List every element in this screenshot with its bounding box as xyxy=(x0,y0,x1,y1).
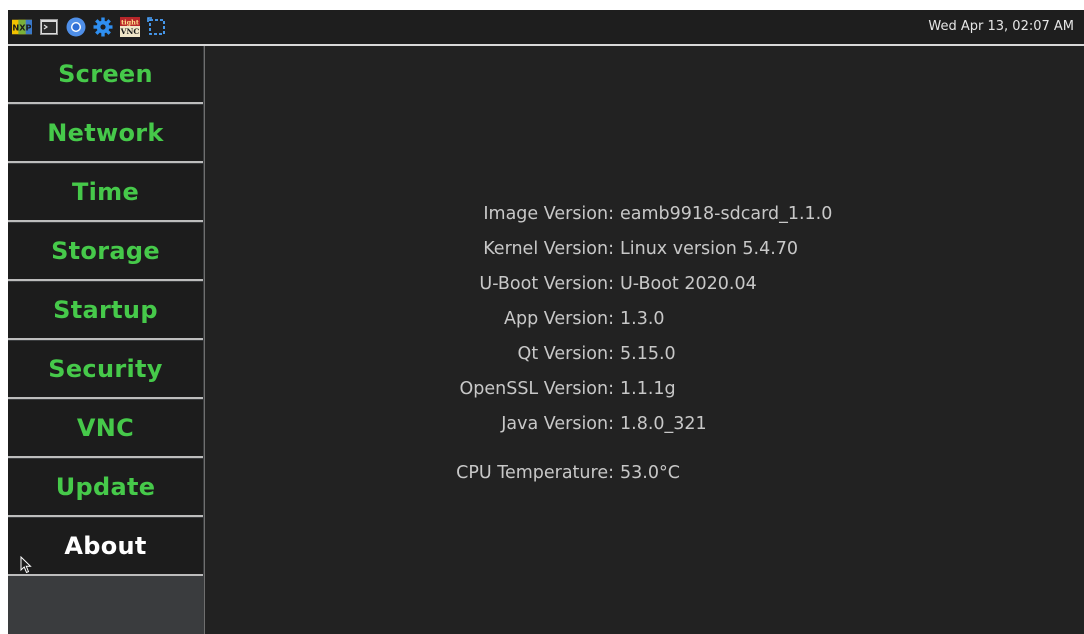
tightvnc-icon-text-top: tight xyxy=(121,19,139,27)
info-row-kernel-version: Kernel Version: Linux version 5.4.70 xyxy=(205,239,1084,263)
info-label: Java Version: xyxy=(501,414,614,434)
tightvnc-icon-text-bottom: VNC xyxy=(120,27,139,36)
info-row-java-version: Java Version: 1.8.0_321 xyxy=(205,414,1084,438)
about-panel: Image Version: eamb9918-sdcard_1.1.0 Ker… xyxy=(205,46,1084,634)
info-value: Linux version 5.4.70 xyxy=(620,239,799,259)
info-row-openssl-version: OpenSSL Version: 1.1.1g xyxy=(205,379,1084,403)
info-value: 1.3.0 xyxy=(620,309,665,329)
info-label: CPU Temperature: xyxy=(456,463,614,483)
chromium-icon[interactable] xyxy=(66,17,86,37)
nav-item-storage[interactable]: Storage xyxy=(8,223,203,281)
info-label: OpenSSL Version: xyxy=(459,379,614,399)
device-screen: NXP tight VNC Wed Apr 13, 02:07 AM Scree… xyxy=(8,10,1084,634)
info-label: Image Version: xyxy=(483,204,614,224)
nav-item-about[interactable]: About xyxy=(8,518,203,576)
info-row-cpu-temperature: CPU Temperature: 53.0°C xyxy=(205,463,1084,487)
info-value: eamb9918-sdcard_1.1.0 xyxy=(620,204,833,224)
settings-gear-icon[interactable] xyxy=(93,17,113,37)
nav-item-vnc[interactable]: VNC xyxy=(8,400,203,458)
tightvnc-icon[interactable]: tight VNC xyxy=(120,17,140,37)
clock-label: Wed Apr 13, 02:07 AM xyxy=(928,19,1074,34)
nav-item-update[interactable]: Update xyxy=(8,459,203,517)
info-label: App Version: xyxy=(504,309,614,329)
info-label: U-Boot Version: xyxy=(479,274,614,294)
nav-item-screen[interactable]: Screen xyxy=(8,46,203,104)
info-label: Kernel Version: xyxy=(483,239,614,259)
info-row-app-version: App Version: 1.3.0 xyxy=(205,309,1084,333)
taskbar-tray: NXP tight VNC xyxy=(12,16,174,38)
nav-item-network[interactable]: Network xyxy=(8,105,203,163)
nav-item-time[interactable]: Time xyxy=(8,164,203,222)
terminal-icon[interactable] xyxy=(39,17,59,37)
nav-item-startup[interactable]: Startup xyxy=(8,282,203,340)
settings-sidebar: Screen Network Time Storage Startup Secu… xyxy=(8,46,205,634)
info-label: Qt Version: xyxy=(517,344,614,364)
mouse-pointer-icon xyxy=(20,556,32,574)
info-value: 1.1.1g xyxy=(620,379,676,399)
nxp-logo-text: NXP xyxy=(12,23,31,33)
info-row-uboot-version: U-Boot Version: U-Boot 2020.04 xyxy=(205,274,1084,298)
info-value: U-Boot 2020.04 xyxy=(620,274,757,294)
screenshot-selection-icon[interactable] xyxy=(147,17,167,37)
info-value: 53.0°C xyxy=(620,463,680,483)
nxp-logo-icon[interactable]: NXP xyxy=(12,17,32,37)
info-value: 5.15.0 xyxy=(620,344,676,364)
info-row-qt-version: Qt Version: 5.15.0 xyxy=(205,344,1084,368)
info-value: 1.8.0_321 xyxy=(620,414,707,434)
nav-item-security[interactable]: Security xyxy=(8,341,203,399)
taskbar: NXP tight VNC Wed Apr 13, 02:07 AM xyxy=(8,10,1084,46)
nav-item-about-label: About xyxy=(64,532,147,560)
info-row-image-version: Image Version: eamb9918-sdcard_1.1.0 xyxy=(205,204,1084,228)
